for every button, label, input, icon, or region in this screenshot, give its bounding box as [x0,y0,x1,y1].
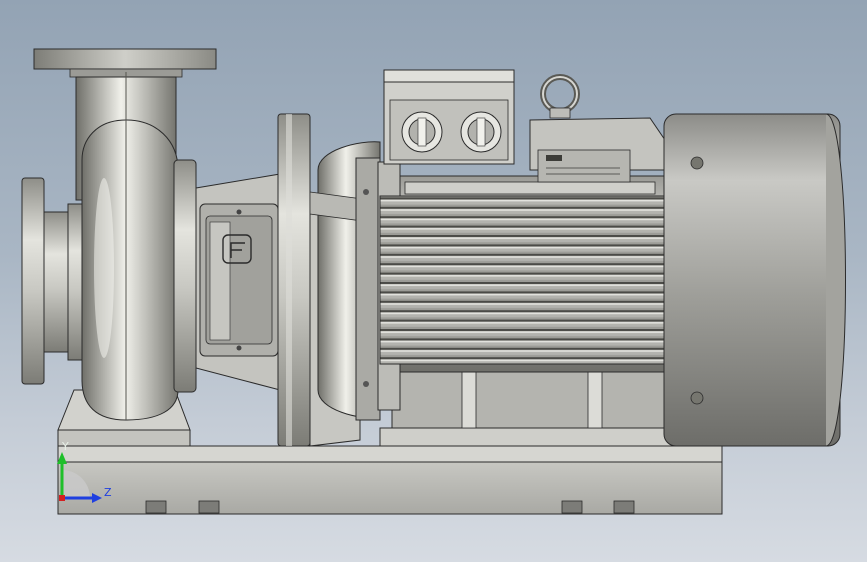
terminal-box[interactable] [383,69,515,165]
logo-icon [546,155,562,161]
x-axis-marker [59,495,65,501]
cable-gland-icon [460,111,502,153]
motor-nameplate [529,117,666,183]
z-axis-label: Z [104,486,112,499]
cable-gland-icon [401,111,443,153]
coupling-flange[interactable] [277,113,311,447]
graphics-viewport[interactable]: Y Z [0,0,867,562]
motor-foot[interactable] [379,361,686,447]
lifting-eye-icon [540,74,580,119]
triad-plane [62,470,90,498]
y-axis-label: Y [62,440,69,453]
motor-lantern[interactable] [309,141,381,447]
z-axis-arrowhead [92,493,102,503]
pump-model-3d[interactable] [0,0,867,562]
bearing-bracket[interactable] [173,159,281,393]
base-frame[interactable] [57,445,723,515]
motor-fan-cover[interactable] [663,113,846,447]
suction-flange[interactable] [21,177,85,385]
y-axis-arrowhead [57,452,67,464]
orientation-triad[interactable]: Y Z [52,440,122,512]
